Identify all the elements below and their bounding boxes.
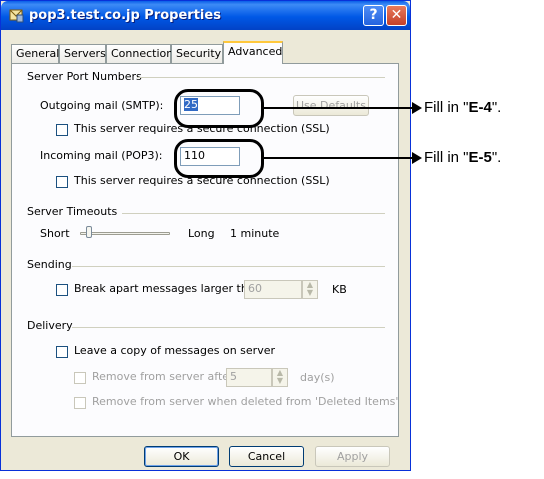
e4-annotation: Fill in "E-4". (424, 99, 502, 116)
group-divider (137, 77, 385, 78)
smtp-port-callout (174, 89, 264, 128)
close-button[interactable]: ✕ (386, 5, 407, 26)
remove-deleted-label: Remove from server when deleted from 'De… (92, 395, 399, 408)
timeout-slider-thumb[interactable] (86, 226, 92, 238)
window-title: pop3.test.co.jp Properties (29, 8, 221, 23)
outgoing-label: Outgoing mail (SMTP): (40, 99, 164, 112)
smtp-ssl-checkbox[interactable] (56, 124, 68, 136)
timeout-value: 1 minute (230, 227, 280, 240)
leave-copy-checkbox[interactable] (56, 346, 68, 358)
apply-button[interactable]: Apply (315, 446, 390, 467)
sending-group-label: Sending (27, 258, 72, 271)
group-divider (72, 327, 385, 328)
server-ports-group-label: Server Port Numbers (27, 70, 142, 83)
break-apart-checkbox[interactable] (56, 284, 68, 296)
tab-servers[interactable]: Servers (59, 44, 106, 63)
tab-security[interactable]: Security (171, 44, 223, 63)
group-divider (122, 213, 385, 214)
pop3-ssl-checkbox[interactable] (56, 176, 68, 188)
cancel-button[interactable]: Cancel (229, 446, 304, 467)
e4-arrow-head (412, 102, 422, 114)
group-divider (72, 266, 385, 267)
tab-advanced[interactable]: Advanced (223, 41, 283, 64)
pop3-port-callout (174, 139, 264, 178)
remove-after-checkbox[interactable] (74, 372, 86, 384)
tab-general[interactable]: General (11, 44, 59, 63)
break-apart-label: Break apart messages larger than (74, 282, 262, 295)
properties-dialog: pop3.test.co.jp Properties ? ✕ General S… (0, 0, 411, 471)
break-size-input[interactable]: 60 (244, 280, 302, 299)
use-defaults-button[interactable]: Use Defaults (293, 95, 369, 116)
e5-arrow-line (264, 157, 414, 159)
delivery-group-label: Delivery (27, 319, 73, 332)
remove-days-unit: day(s) (300, 371, 335, 384)
e5-annotation: Fill in "E-5". (424, 149, 502, 166)
remove-days-value: 5 (230, 370, 237, 383)
timeout-short-label: Short (40, 227, 70, 240)
remove-deleted-checkbox[interactable] (74, 397, 86, 409)
remove-days-spinner[interactable]: ▲ ▼ (272, 368, 288, 387)
remove-after-label: Remove from server after (92, 370, 234, 383)
timeout-slider-track[interactable] (80, 232, 170, 235)
leave-copy-label: Leave a copy of messages on server (74, 344, 276, 357)
tab-connection[interactable]: Connection (106, 44, 173, 63)
timeouts-group-label: Server Timeouts (27, 205, 118, 218)
ok-button[interactable]: OK (144, 446, 219, 467)
incoming-label: Incoming mail (POP3): (40, 149, 163, 162)
mail-server-icon (9, 9, 24, 23)
help-button[interactable]: ? (363, 5, 384, 26)
remove-days-input[interactable]: 5 (226, 368, 272, 387)
break-size-unit: KB (332, 283, 347, 296)
e4-arrow-line (264, 107, 414, 109)
break-size-spinner[interactable]: ▲ ▼ (302, 280, 318, 299)
break-size-value: 60 (248, 282, 262, 295)
e5-arrow-head (412, 152, 422, 164)
timeout-long-label: Long (188, 227, 215, 240)
title-bar[interactable]: pop3.test.co.jp Properties ? ✕ (1, 1, 410, 30)
